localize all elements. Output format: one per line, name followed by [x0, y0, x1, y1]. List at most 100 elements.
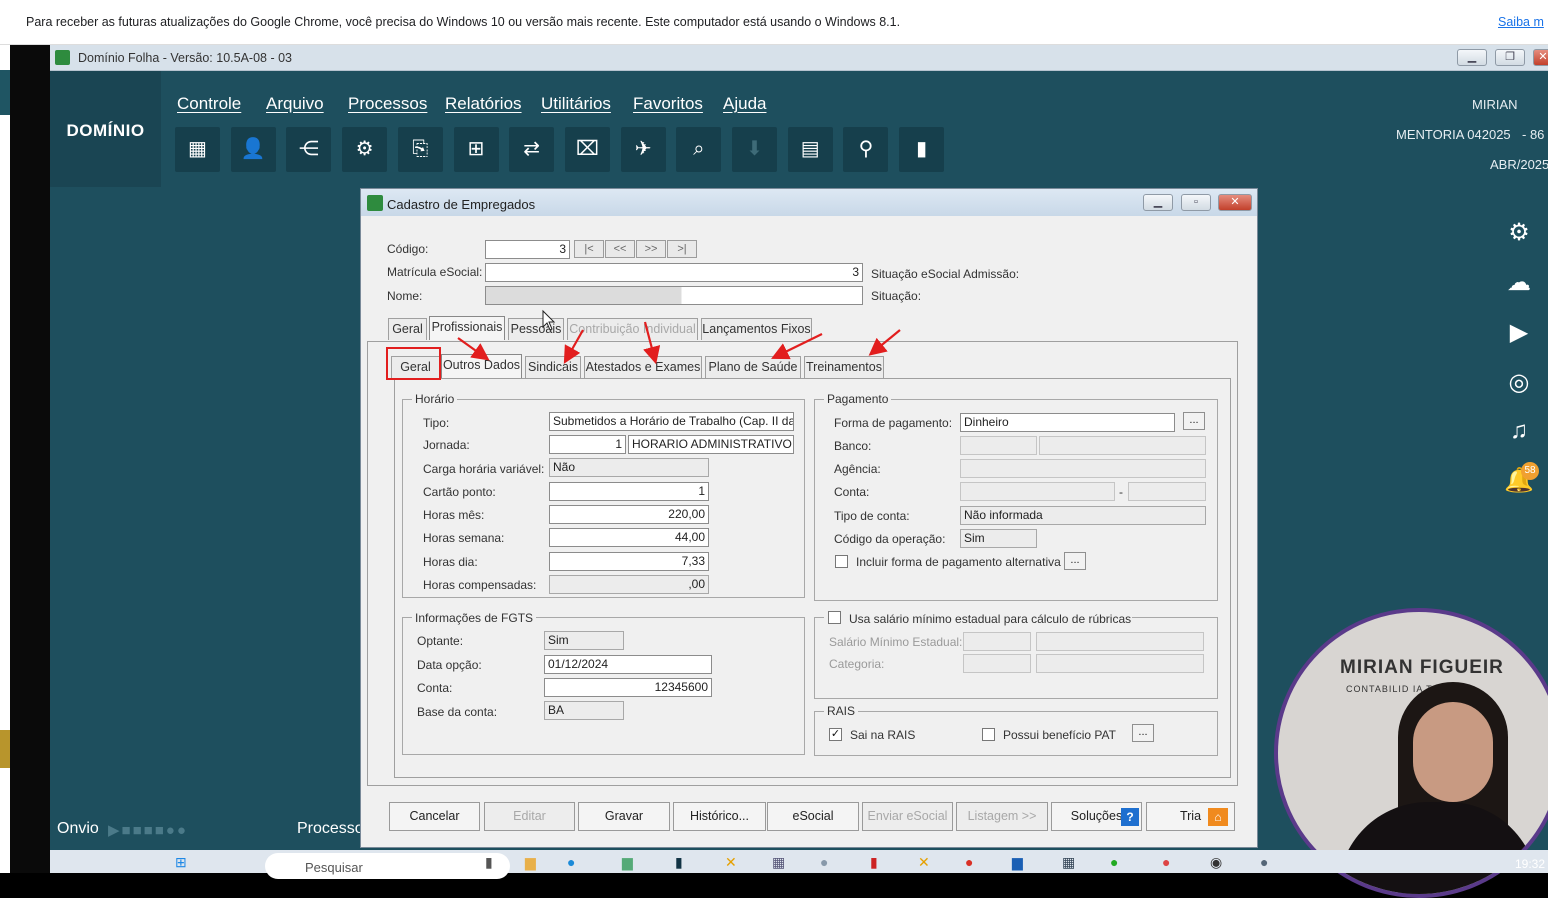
- menu-arquivo[interactable]: Arquivo: [266, 94, 324, 114]
- esocial-button[interactable]: eSocial: [767, 802, 859, 831]
- onvio-label[interactable]: Onvio: [57, 820, 99, 838]
- cartao-ponto-field[interactable]: 1: [549, 482, 709, 501]
- last-record-button[interactable]: >|: [667, 240, 697, 258]
- download-icon[interactable]: ⬇: [732, 127, 777, 172]
- windows-start-icon[interactable]: ⊞: [175, 854, 187, 871]
- calculator-taskbar-icon[interactable]: ▦: [772, 854, 785, 871]
- book-icon[interactable]: ▮: [899, 127, 945, 172]
- app-icon-5[interactable]: ✕: [918, 854, 930, 871]
- dialog-close-button[interactable]: ✕: [1218, 194, 1252, 211]
- conta-field[interactable]: [960, 482, 1115, 501]
- main-tab-1[interactable]: Profissionais: [429, 316, 505, 340]
- prev-record-button[interactable]: <<: [605, 240, 635, 258]
- horas-dia-field[interactable]: 7,33: [549, 552, 709, 571]
- search-icon[interactable]: ⌕: [676, 127, 722, 172]
- first-record-button[interactable]: |<: [574, 240, 604, 258]
- close-button[interactable]: ✕: [1533, 49, 1548, 66]
- main-tab-3[interactable]: Contribuição Individual: [567, 318, 698, 340]
- menu-relatorios[interactable]: Relatórios: [445, 94, 522, 114]
- document-arrow-icon[interactable]: ⎘: [397, 127, 443, 172]
- processo-label[interactable]: Processo: [297, 820, 364, 838]
- base-conta-field[interactable]: BA: [544, 701, 624, 720]
- optante-field[interactable]: Sim: [544, 631, 624, 650]
- menu-ajuda[interactable]: Ajuda: [723, 94, 766, 114]
- app-icon-1[interactable]: ▮: [675, 854, 683, 871]
- conta-digit-field[interactable]: [1128, 482, 1206, 501]
- sub-tab-3[interactable]: Atestados e Exames: [584, 356, 702, 378]
- cancelar-button[interactable]: Cancelar: [389, 802, 480, 831]
- enviar-esocial-button[interactable]: Enviar eSocial: [862, 802, 953, 831]
- tipo-conta-field[interactable]: Não informada: [960, 506, 1206, 525]
- file-explorer-icon[interactable]: ▆: [525, 854, 536, 871]
- beneficio-pat-checkbox[interactable]: [982, 728, 995, 741]
- jornada-code-field[interactable]: 1: [549, 435, 626, 454]
- fgts-conta-field[interactable]: 12345600: [544, 678, 712, 697]
- user-name[interactable]: MIRIAN: [1472, 97, 1518, 112]
- app-icon-4[interactable]: ▮: [870, 854, 878, 871]
- transfer-icon[interactable]: ⇄: [509, 127, 555, 172]
- horas-semana-field[interactable]: 44,00: [549, 528, 709, 547]
- carga-variavel-field[interactable]: Não: [549, 458, 709, 477]
- menu-processos[interactable]: Processos: [348, 94, 427, 114]
- spreadsheet-icon[interactable]: ⊞: [453, 127, 499, 172]
- onvio-shortcut-icons[interactable]: ▶■■■■●●: [108, 821, 188, 839]
- pagamento-alternativa-checkbox[interactable]: [835, 555, 848, 568]
- cod-operacao-field[interactable]: Sim: [960, 529, 1037, 548]
- user-settings-icon[interactable]: ⚙: [342, 127, 388, 172]
- codigo-field[interactable]: 3: [485, 240, 570, 259]
- categoria-code-field[interactable]: [963, 654, 1031, 673]
- chrome-learn-more-link[interactable]: Saiba m: [1498, 15, 1544, 29]
- cloud-upload-icon[interactable]: ☁: [1500, 266, 1538, 300]
- app-icon-6[interactable]: ▦: [1062, 854, 1075, 871]
- restore-button[interactable]: ❐: [1495, 49, 1525, 66]
- sub-tab-4[interactable]: Plano de Saúde: [705, 356, 801, 378]
- sub-tab-5[interactable]: Treinamentos: [804, 356, 884, 378]
- banco-code-field[interactable]: [960, 436, 1037, 455]
- building-icon[interactable]: ▦: [175, 127, 220, 172]
- store-icon[interactable]: ▆: [622, 854, 633, 871]
- app-icon-3[interactable]: ●: [820, 854, 828, 870]
- forma-pagamento-field[interactable]: Dinheiro: [960, 413, 1175, 432]
- data-opcao-field[interactable]: 01/12/2024: [544, 655, 712, 674]
- beneficio-pat-button[interactable]: ...: [1132, 724, 1154, 742]
- menu-utilitarios[interactable]: Utilitários: [541, 94, 611, 114]
- calculator-icon[interactable]: ▤: [787, 127, 833, 172]
- headset-icon[interactable]: ◎: [1500, 366, 1538, 400]
- horas-compensadas-field[interactable]: ,00: [549, 575, 709, 594]
- chrome-icon[interactable]: ●: [965, 854, 973, 870]
- gear-icon[interactable]: ⚙: [1500, 216, 1538, 250]
- minimize-button[interactable]: ▁: [1457, 49, 1487, 66]
- sub-tab-2[interactable]: Sindicais: [525, 356, 581, 378]
- chart-search-icon[interactable]: ⚲: [843, 127, 889, 172]
- dialog-minimize-button[interactable]: ▁: [1143, 194, 1173, 211]
- main-tab-0[interactable]: Geral: [388, 318, 427, 340]
- main-tab-2[interactable]: Pessoais: [508, 318, 564, 340]
- whatsapp-icon[interactable]: ●: [1110, 854, 1118, 870]
- sub-tab-1[interactable]: Outros Dados: [441, 354, 522, 378]
- app-icon-9[interactable]: ●: [1260, 854, 1268, 870]
- horas-mes-field[interactable]: 220,00: [549, 505, 709, 524]
- listagem-button[interactable]: Listagem >>: [956, 802, 1048, 831]
- user-icon[interactable]: 👤: [230, 127, 276, 172]
- sai-rais-checkbox[interactable]: ✓: [829, 728, 842, 741]
- historico-button[interactable]: Histórico...: [673, 802, 766, 831]
- app-icon-8[interactable]: ◉: [1210, 854, 1222, 871]
- gravar-button[interactable]: Gravar: [578, 802, 670, 831]
- taskbar-search-input[interactable]: Pesquisar: [265, 853, 510, 879]
- agencia-field[interactable]: [960, 459, 1206, 478]
- nome-field[interactable]: [485, 286, 863, 305]
- edge-icon[interactable]: ●: [567, 854, 575, 870]
- main-tab-4[interactable]: Lançamentos Fixos: [701, 318, 812, 340]
- support-icon[interactable]: ♫: [1500, 414, 1538, 448]
- airplane-icon[interactable]: ✈: [620, 127, 666, 172]
- tipo-horario-field[interactable]: Submetidos a Horário de Trabalho (Cap. I…: [549, 412, 794, 431]
- play-icon[interactable]: ▶: [1500, 316, 1538, 350]
- outlook-icon[interactable]: ▆: [1012, 854, 1023, 871]
- dialog-maximize-button[interactable]: ▫: [1181, 194, 1211, 211]
- matricula-field[interactable]: 3: [485, 263, 863, 282]
- app-icon-2[interactable]: ✕: [725, 854, 737, 871]
- salario-estadual-code-field[interactable]: [963, 632, 1031, 651]
- menu-controle[interactable]: Controle: [177, 94, 241, 114]
- app-icon-7[interactable]: ●: [1162, 854, 1170, 870]
- widgets-icon[interactable]: ▮: [485, 854, 493, 871]
